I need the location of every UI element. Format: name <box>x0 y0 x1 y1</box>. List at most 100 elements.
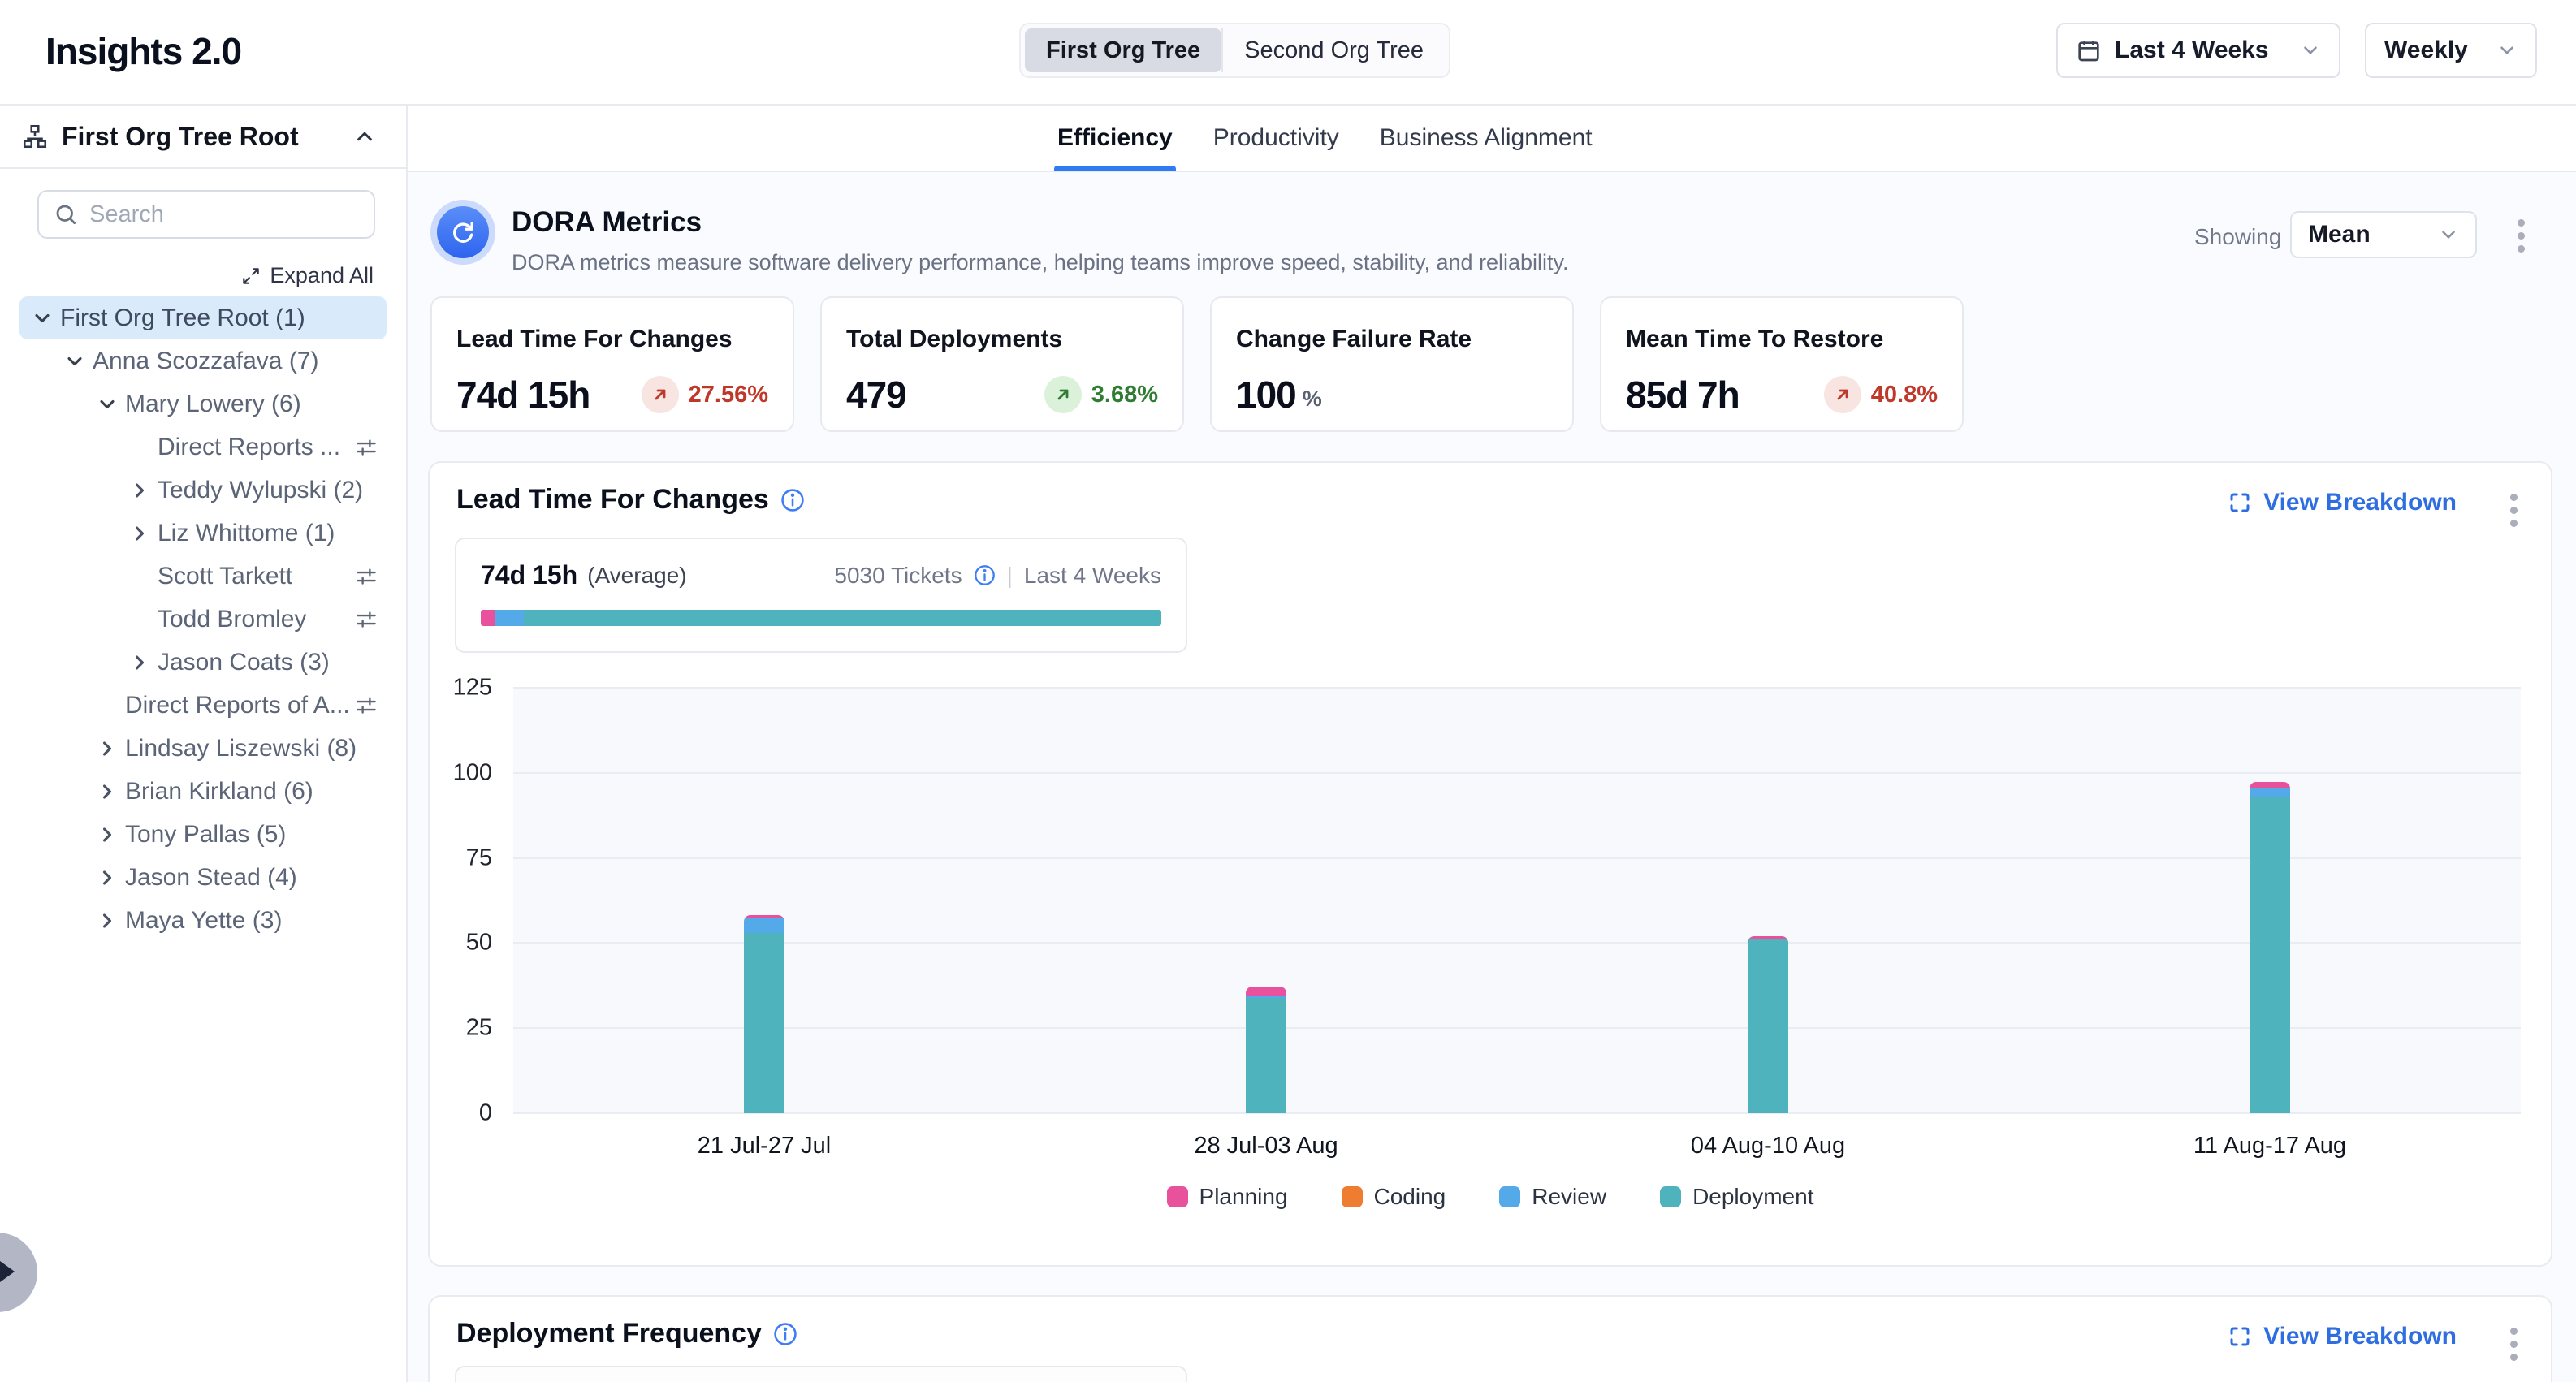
info-icon[interactable] <box>974 564 996 586</box>
info-icon[interactable] <box>773 1322 797 1346</box>
lead-time-view-breakdown[interactable]: View Breakdown <box>2228 489 2457 516</box>
toggle-first-org-tree[interactable]: First Org Tree <box>1025 28 1221 72</box>
tree-item-label: Lindsay Liszewski (8) <box>125 735 357 762</box>
chevron-down-icon <box>2438 224 2459 245</box>
tree-item[interactable]: First Org Tree Root (1) <box>0 296 406 339</box>
tree-item[interactable]: Direct Reports of A... <box>0 684 406 727</box>
chevron-down-icon[interactable] <box>89 393 125 416</box>
sidebar-header: First Org Tree Root <box>0 106 406 169</box>
tree-item-label: Maya Yette (3) <box>125 907 282 935</box>
triangle-right-icon <box>0 1261 15 1282</box>
tab-efficiency[interactable]: Efficiency <box>1054 106 1176 171</box>
stacked-bar[interactable] <box>2250 782 2290 1113</box>
lead-time-section-title: Lead Time For Changes <box>456 484 769 516</box>
summary-segment-deployment <box>524 610 1161 626</box>
y-tick-label: 50 <box>408 930 492 957</box>
tree-item-pill: Direct Reports ... <box>19 425 387 469</box>
legend-label: Review <box>1532 1184 1606 1210</box>
tree-item[interactable]: Anna Scozzafava (7) <box>0 339 406 382</box>
tree-item-pill: Maya Yette (3) <box>19 899 387 942</box>
tree-item[interactable]: Scott Tarkett <box>0 555 406 598</box>
gridline <box>513 772 2521 774</box>
tree-item-pill: Todd Bromley <box>19 598 387 641</box>
collapse-sidebar-chevron-up-icon[interactable] <box>352 124 377 149</box>
date-range-dropdown[interactable]: Last 4 Weeks <box>2056 23 2340 78</box>
tree-item-pill: Tony Pallas (5) <box>19 813 387 856</box>
filter-sliders-icon[interactable] <box>354 435 378 460</box>
tree-item[interactable]: Maya Yette (3) <box>0 899 406 942</box>
metric-card-delta-value: 3.68% <box>1091 382 1158 408</box>
gridline <box>513 1027 2521 1029</box>
deployment-frequency-kebab-menu-icon[interactable] <box>2509 1328 2518 1361</box>
legend-item: Coding <box>1342 1184 1446 1210</box>
tab-productivity[interactable]: Productivity <box>1210 106 1342 171</box>
granularity-dropdown[interactable]: Weekly <box>2365 23 2537 78</box>
summary-period: Last 4 Weeks <box>1024 563 1161 589</box>
bar-segment-planning <box>1246 987 1286 997</box>
chevron-down-icon[interactable] <box>24 307 60 330</box>
bar-segment-deployment <box>1246 998 1286 1113</box>
chevron-down-icon[interactable] <box>57 350 93 373</box>
bar-segment-deployment <box>2250 797 2290 1113</box>
tree-item-pill: Jason Stead (4) <box>19 856 387 899</box>
org-chart-icon <box>21 123 49 150</box>
deployment-frequency-summary-stub <box>455 1366 1187 1382</box>
sidebar-search[interactable] <box>37 190 375 239</box>
chevron-right-icon[interactable] <box>89 823 125 846</box>
filter-sliders-icon[interactable] <box>354 693 378 718</box>
chevron-right-icon[interactable] <box>122 479 158 502</box>
tree-item[interactable]: Jason Coats (3) <box>0 641 406 684</box>
tree-item-pill: Lindsay Liszewski (8) <box>19 727 387 770</box>
top-header: Insights 2.0 First Org Tree Second Org T… <box>0 0 2576 106</box>
filter-sliders-icon[interactable] <box>354 607 378 632</box>
tree-item[interactable]: Tony Pallas (5) <box>0 813 406 856</box>
deployment-frequency-view-breakdown[interactable]: View Breakdown <box>2228 1323 2457 1350</box>
tree-item[interactable]: Todd Bromley <box>0 598 406 641</box>
tree-item[interactable]: Jason Stead (4) <box>0 856 406 899</box>
sidebar: First Org Tree Root Expand All First Org… <box>0 106 408 1382</box>
tree-item[interactable]: Mary Lowery (6) <box>0 382 406 425</box>
tab-business-alignment[interactable]: Business Alignment <box>1377 106 1596 171</box>
summary-qualifier: (Average) <box>587 563 686 589</box>
lead-time-kebab-menu-icon[interactable] <box>2509 494 2518 527</box>
tree-item[interactable]: Teddy Wylupski (2) <box>0 469 406 512</box>
legend-swatch <box>1499 1186 1520 1207</box>
showing-mean-dropdown[interactable]: Mean <box>2290 211 2477 258</box>
chevron-right-icon[interactable] <box>89 780 125 803</box>
legend-item: Review <box>1499 1184 1606 1210</box>
view-breakdown-icon <box>2228 1324 2252 1349</box>
toggle-second-org-tree[interactable]: Second Org Tree <box>1221 28 1445 72</box>
metric-card-value-row: 4793.68% <box>846 373 1158 417</box>
filter-sliders-icon[interactable] <box>354 564 378 589</box>
lead-time-summary: 74d 15h (Average) 5030 Tickets | Last 4 … <box>455 538 1187 653</box>
bar-segment-planning <box>2250 782 2290 788</box>
deployment-frequency-card: Deployment Frequency View Breakdown <box>428 1295 2552 1382</box>
tree-item-pill: Mary Lowery (6) <box>19 382 387 425</box>
stacked-bar[interactable] <box>1246 987 1286 1113</box>
tree-item[interactable]: Liz Whittome (1) <box>0 512 406 555</box>
stacked-bar[interactable] <box>1748 936 1788 1113</box>
info-icon[interactable] <box>780 488 805 512</box>
metric-card-value-row: 100% <box>1236 373 1548 417</box>
chevron-right-icon[interactable] <box>122 522 158 545</box>
calendar-icon <box>2076 37 2102 63</box>
chevron-right-icon[interactable] <box>89 866 125 889</box>
sidebar-title: First Org Tree Root <box>62 122 299 152</box>
search-input[interactable] <box>89 201 359 228</box>
bar-segment-deployment <box>744 933 784 1113</box>
tree-item-label: Teddy Wylupski (2) <box>158 477 363 504</box>
dora-kebab-menu-icon[interactable] <box>2516 219 2526 253</box>
showing-label: Showing <box>2194 224 2281 250</box>
tree-item[interactable]: Lindsay Liszewski (8) <box>0 727 406 770</box>
tree-item-label: Tony Pallas (5) <box>125 821 286 849</box>
chevron-right-icon[interactable] <box>122 651 158 674</box>
tree-item[interactable]: Brian Kirkland (6) <box>0 770 406 813</box>
chevron-right-icon[interactable] <box>89 909 125 932</box>
chevron-right-icon[interactable] <box>89 737 125 760</box>
gridline <box>513 857 2521 859</box>
expand-all-link[interactable]: Expand All <box>270 263 374 288</box>
chevron-down-icon <box>2496 40 2518 61</box>
x-tick-label: 21 Jul-27 Jul <box>698 1133 831 1160</box>
tree-item[interactable]: Direct Reports ... <box>0 425 406 469</box>
stacked-bar[interactable] <box>744 915 784 1113</box>
